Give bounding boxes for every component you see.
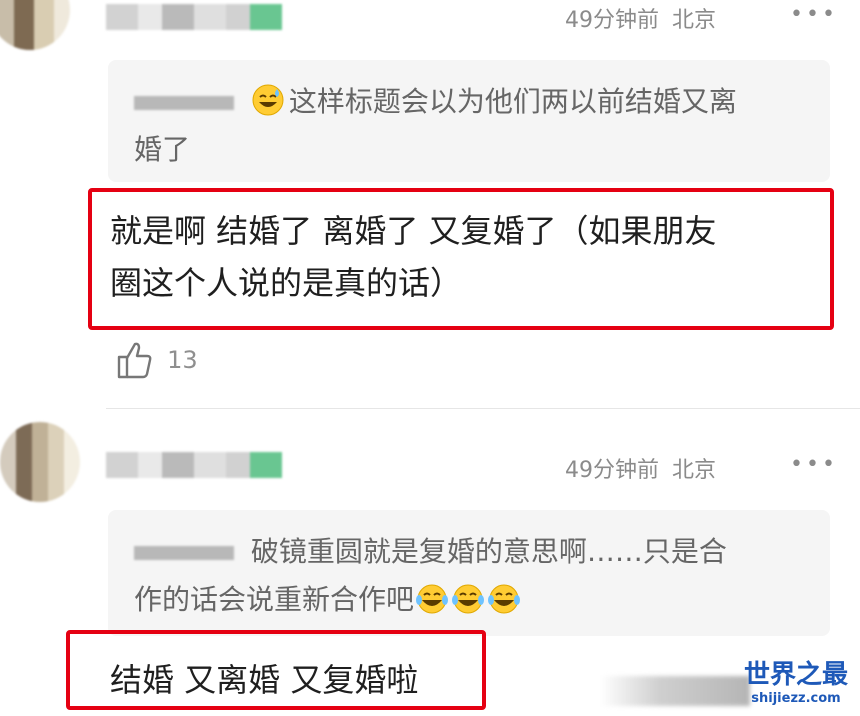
quoted-text-line2: 作的话会说重新合作吧 (134, 583, 415, 616)
username-blurred[interactable] (106, 452, 306, 478)
watermark-title: 世界之最 (743, 660, 848, 690)
reply-line2: 圈这个人说的是真的话） (110, 264, 463, 302)
watermark-blur (600, 676, 750, 706)
quoted-comment: 这样标题会以为他们两以前结婚又离 婚了 (108, 60, 830, 182)
comment-time: 49分钟前 (565, 458, 659, 483)
avatar[interactable] (0, 0, 70, 50)
quoted-username-blurred (134, 546, 234, 560)
reply-line1: 结婚 又离婚 又复婚啦 (110, 661, 419, 699)
more-dots-icon[interactable]: ••• (790, 452, 838, 477)
comment-meta: 49分钟前 北京 (565, 2, 716, 34)
sweat-smile-emoji-icon (252, 84, 284, 116)
comment-meta: 49分钟前 北京 (565, 452, 716, 484)
avatar[interactable] (0, 422, 80, 502)
comment-divider (106, 408, 860, 409)
quoted-text-line1: 破镜重圆就是复婚的意思啊……只是合 (250, 535, 727, 568)
thumbs-up-icon[interactable] (116, 340, 154, 380)
quoted-username-blurred (134, 96, 234, 110)
laughing-tears-emoji-icon (414, 584, 522, 622)
reply-line1: 就是啊 结婚了 离婚了 又复婚了（如果朋友 (110, 212, 717, 250)
comment-time: 49分钟前 (565, 8, 659, 33)
quoted-text-line2: 婚了 (134, 133, 191, 166)
watermark-logo: 世界之最 shijiezz.com (736, 654, 856, 706)
reply-text: 就是啊 结婚了 离婚了 又复婚了（如果朋友 圈这个人说的是真的话） (110, 205, 830, 309)
quoted-comment: 破镜重圆就是复婚的意思啊……只是合 作的话会说重新合作吧 (108, 510, 830, 636)
comment-location: 北京 (672, 458, 717, 483)
reply-text: 结婚 又离婚 又复婚啦 (110, 654, 418, 706)
watermark-domain: shijiezz.com (751, 691, 841, 706)
like-count: 13 (167, 346, 198, 374)
comment-location: 北京 (672, 8, 717, 33)
like-button[interactable]: 13 (116, 340, 198, 380)
more-dots-icon[interactable]: ••• (790, 2, 838, 27)
username-blurred[interactable] (106, 4, 306, 30)
quoted-text-line1: 这样标题会以为他们两以前结婚又离 (288, 85, 737, 118)
